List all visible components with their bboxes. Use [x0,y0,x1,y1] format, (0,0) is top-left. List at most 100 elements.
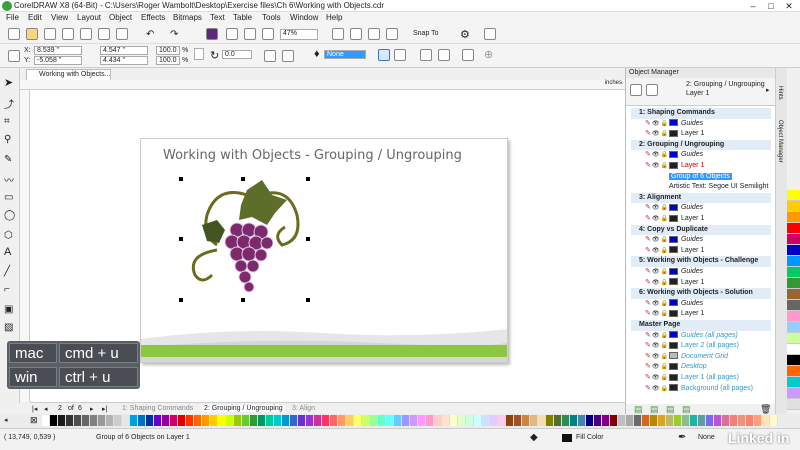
palette-swatch[interactable] [482,415,490,426]
no-color-icon[interactable]: ⊠ [30,415,38,426]
palette-swatch[interactable] [162,415,170,426]
palette-swatch[interactable] [578,415,586,426]
lock-icon[interactable]: 🔒 [661,386,668,392]
lock-icon[interactable]: 🔒 [661,280,668,286]
editable-pen-icon[interactable]: ✎ [645,374,651,381]
page-heading-text[interactable]: Working with Objects - Grouping / Ungrou… [163,148,462,163]
lock-icon[interactable]: 🔒 [661,248,668,254]
palette-swatch[interactable] [722,415,730,426]
palette-swatch[interactable] [450,415,458,426]
visibility-eye-icon[interactable]: 👁 [652,354,660,360]
visibility-eye-icon[interactable]: 👁 [652,216,660,222]
cut-icon[interactable] [80,28,92,40]
menu-window[interactable]: Window [290,13,318,22]
lock-icon[interactable]: 🔒 [661,152,668,158]
layer-color-swatch[interactable] [668,278,678,286]
editable-pen-icon[interactable]: ✎ [645,151,651,158]
export-icon[interactable] [244,28,256,40]
palette-swatch[interactable] [490,415,498,426]
editable-pen-icon[interactable]: ✎ [645,310,651,317]
palette-swatch[interactable] [530,415,538,426]
visibility-eye-icon[interactable]: 👁 [652,163,660,169]
visibility-eye-icon[interactable]: 👁 [652,121,660,127]
lock-icon[interactable]: 🔒 [661,269,668,275]
visibility-eye-icon[interactable]: 👁 [652,237,660,243]
page-tab-3[interactable]: 3: Align [292,405,315,412]
next-page-icon[interactable]: ▸ [90,405,94,413]
tree-layer-row[interactable]: ✎👁🔒 Guides [631,299,771,310]
selection-handle[interactable] [179,298,183,302]
side-palette-swatch[interactable] [787,377,800,388]
palette-swatch[interactable] [170,415,178,426]
visibility-eye-icon[interactable]: 👁 [652,248,660,254]
lock-icon[interactable]: 🔒 [661,205,668,211]
palette-swatch[interactable] [618,415,626,426]
launch-icon[interactable] [484,28,496,40]
selection-handle[interactable] [241,298,245,302]
palette-swatch[interactable] [74,415,82,426]
lock-icon[interactable]: 🔒 [661,301,668,307]
lock-icon[interactable]: 🔒 [661,333,668,339]
menu-help[interactable]: Help [326,13,342,22]
side-palette-swatch[interactable] [787,256,800,267]
palette-swatch[interactable] [66,415,74,426]
docker-menu-icon[interactable]: ▸ [766,86,770,94]
tree-layer-row[interactable]: ✎👁🔒 Desktop [631,362,771,373]
align-distribute-icon[interactable] [462,49,474,61]
palette-swatch[interactable] [290,415,298,426]
menu-bitmaps[interactable]: Bitmaps [173,13,202,22]
side-palette-swatch[interactable] [787,311,800,322]
palette-swatch[interactable] [666,415,674,426]
palette-swatch[interactable] [770,415,778,426]
palette-swatch[interactable] [58,415,66,426]
document-tab[interactable]: Working with Objects... [26,69,111,80]
layer-color-swatch[interactable] [668,310,678,318]
visibility-eye-icon[interactable]: 👁 [652,343,660,349]
tree-layer-row[interactable]: ✎👁🔒 Layer 1 [631,278,771,289]
palette-swatch[interactable] [586,415,594,426]
layer-color-swatch[interactable] [668,129,678,137]
palette-swatch[interactable] [762,415,770,426]
selection-handle[interactable] [241,177,245,181]
tree-layer-row[interactable]: ✎👁🔒 Guides [631,150,771,161]
palette-swatch[interactable] [106,415,114,426]
palette-swatch[interactable] [570,415,578,426]
visibility-eye-icon[interactable]: 👁 [652,131,660,137]
visibility-eye-icon[interactable]: 👁 [652,375,660,381]
save-icon[interactable] [44,28,56,40]
prev-page-icon[interactable]: ◂ [44,405,48,413]
undo-icon[interactable]: ↶ [146,29,154,40]
palette-swatch[interactable] [370,415,378,426]
palette-swatch[interactable] [178,415,186,426]
lock-icon[interactable]: 🔒 [661,375,668,381]
maximize-button[interactable]: □ [762,0,780,12]
editable-pen-icon[interactable]: ✎ [645,130,651,137]
tree-layer-row[interactable]: ✎👁🔒 Document Grid [631,352,771,363]
add-icon[interactable]: ⊕ [484,48,493,61]
layer-color-swatch[interactable] [668,214,678,222]
tree-layer-row[interactable]: ✎👁🔒 Guides [631,119,771,130]
palette-swatch[interactable] [242,415,250,426]
palette-swatch[interactable] [130,415,138,426]
palette-swatch[interactable] [658,415,666,426]
connector-tool-icon[interactable]: ⌐ [4,284,16,296]
close-button[interactable]: ✕ [780,0,798,12]
palette-swatch[interactable] [562,415,570,426]
new-master-layer-even-icon[interactable]: ▤ [682,404,691,415]
palette-swatch[interactable] [522,415,530,426]
palette-swatch[interactable] [258,415,266,426]
palette-swatch[interactable] [354,415,362,426]
side-palette-swatch[interactable] [787,267,800,278]
lock-icon[interactable]: 🔒 [661,121,668,127]
tree-page-row[interactable]: 3: Alignment [631,192,771,204]
palette-swatch[interactable] [42,415,50,426]
palette-swatch[interactable] [138,415,146,426]
tree-layer-row[interactable]: ✎👁🔒 Layer 1 [631,129,771,140]
menu-layout[interactable]: Layout [77,13,101,22]
side-palette-swatch[interactable] [787,245,800,256]
lock-icon[interactable]: 🔒 [661,131,668,137]
redo-icon[interactable]: ↷ [170,29,178,40]
lock-icon[interactable]: 🔒 [661,237,668,243]
editable-pen-icon[interactable]: ✎ [645,236,651,243]
layer-color-swatch[interactable] [668,352,678,360]
